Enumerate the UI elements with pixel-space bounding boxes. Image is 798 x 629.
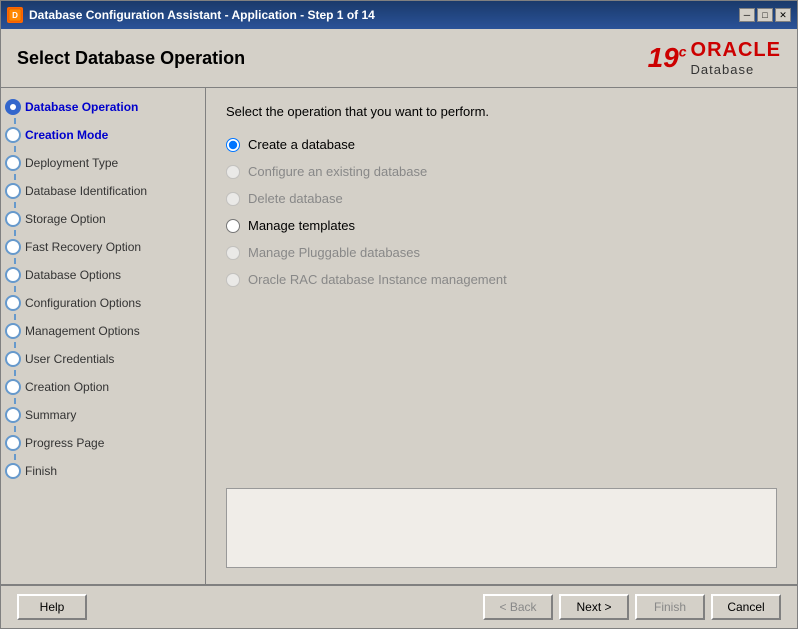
page-title: Select Database Operation bbox=[17, 48, 245, 69]
maximize-button[interactable]: □ bbox=[757, 8, 773, 22]
radio-oracle-rac-input bbox=[226, 273, 240, 287]
main-content: Database Operation Creation Mode Deploym… bbox=[1, 88, 797, 584]
next-button[interactable]: Next > bbox=[559, 594, 629, 620]
window-title: Database Configuration Assistant - Appli… bbox=[29, 8, 375, 22]
title-bar-left: D Database Configuration Assistant - App… bbox=[7, 7, 375, 23]
minimize-button[interactable]: ─ bbox=[739, 8, 755, 22]
step-indicator-database-identification bbox=[5, 183, 21, 199]
header-section: Select Database Operation 19c ORACLE Dat… bbox=[1, 29, 797, 88]
radio-delete-database-label: Delete database bbox=[248, 191, 343, 206]
sidebar-item-management-options[interactable]: Management Options bbox=[1, 320, 205, 342]
back-button[interactable]: < Back bbox=[483, 594, 553, 620]
oracle-text: ORACLE Database bbox=[691, 39, 781, 77]
sidebar-item-creation-option[interactable]: Creation Option bbox=[1, 376, 205, 398]
cancel-button[interactable]: Cancel bbox=[711, 594, 781, 620]
oracle-version: 19c bbox=[648, 42, 687, 74]
radio-manage-templates-label[interactable]: Manage templates bbox=[248, 218, 355, 233]
sidebar: Database Operation Creation Mode Deploym… bbox=[1, 88, 206, 584]
sidebar-item-database-operation[interactable]: Database Operation bbox=[1, 96, 205, 118]
footer-right: < Back Next > Finish Cancel bbox=[483, 594, 781, 620]
radio-delete-database: Delete database bbox=[226, 191, 777, 206]
sidebar-item-fast-recovery-option[interactable]: Fast Recovery Option bbox=[1, 236, 205, 258]
title-bar: D Database Configuration Assistant - App… bbox=[1, 1, 797, 29]
sidebar-label-management-options: Management Options bbox=[25, 324, 140, 338]
radio-create-database-input[interactable] bbox=[226, 138, 240, 152]
step-indicator-user-credentials bbox=[5, 351, 21, 367]
sidebar-label-configuration-options: Configuration Options bbox=[25, 296, 141, 310]
radio-group: Create a database Configure an existing … bbox=[226, 137, 777, 287]
step-indicator-fast-recovery-option bbox=[5, 239, 21, 255]
radio-create-database[interactable]: Create a database bbox=[226, 137, 777, 152]
radio-configure-existing-input bbox=[226, 165, 240, 179]
footer: Help < Back Next > Finish Cancel bbox=[1, 584, 797, 628]
main-window: D Database Configuration Assistant - App… bbox=[0, 0, 798, 629]
step-indicator-creation-option bbox=[5, 379, 21, 395]
sidebar-label-finish: Finish bbox=[25, 464, 57, 478]
step-indicator-database-options bbox=[5, 267, 21, 283]
step-indicator-finish bbox=[5, 463, 21, 479]
content-area: Select the operation that you want to pe… bbox=[206, 88, 797, 584]
finish-button[interactable]: Finish bbox=[635, 594, 705, 620]
oracle-logo: 19c ORACLE Database bbox=[648, 39, 781, 77]
radio-manage-templates[interactable]: Manage templates bbox=[226, 218, 777, 233]
radio-manage-pluggable-label: Manage Pluggable databases bbox=[248, 245, 420, 260]
sidebar-label-database-identification: Database Identification bbox=[25, 184, 147, 198]
sidebar-label-progress-page: Progress Page bbox=[25, 436, 104, 450]
sidebar-label-creation-option: Creation Option bbox=[25, 380, 109, 394]
sidebar-label-fast-recovery-option: Fast Recovery Option bbox=[25, 240, 141, 254]
sidebar-label-storage-option: Storage Option bbox=[25, 212, 106, 226]
step-indicator-management-options bbox=[5, 323, 21, 339]
oracle-sub: Database bbox=[691, 62, 755, 77]
radio-manage-pluggable: Manage Pluggable databases bbox=[226, 245, 777, 260]
sidebar-item-summary[interactable]: Summary bbox=[1, 404, 205, 426]
sidebar-item-database-options[interactable]: Database Options bbox=[1, 264, 205, 286]
step-indicator-configuration-options bbox=[5, 295, 21, 311]
step-indicator-summary bbox=[5, 407, 21, 423]
sidebar-item-storage-option[interactable]: Storage Option bbox=[1, 208, 205, 230]
svg-text:D: D bbox=[12, 11, 18, 20]
radio-configure-existing: Configure an existing database bbox=[226, 164, 777, 179]
step-indicator-creation-mode bbox=[5, 127, 21, 143]
sidebar-label-database-options: Database Options bbox=[25, 268, 121, 282]
sidebar-item-deployment-type[interactable]: Deployment Type bbox=[1, 152, 205, 174]
step-indicator-progress-page bbox=[5, 435, 21, 451]
sidebar-item-user-credentials[interactable]: User Credentials bbox=[1, 348, 205, 370]
sidebar-label-summary: Summary bbox=[25, 408, 76, 422]
radio-configure-existing-label: Configure an existing database bbox=[248, 164, 427, 179]
radio-create-database-label[interactable]: Create a database bbox=[248, 137, 355, 152]
info-box bbox=[226, 488, 777, 568]
radio-oracle-rac: Oracle RAC database Instance management bbox=[226, 272, 777, 287]
sidebar-label-user-credentials: User Credentials bbox=[25, 352, 114, 366]
radio-delete-database-input bbox=[226, 192, 240, 206]
title-bar-controls: ─ □ ✕ bbox=[739, 8, 791, 22]
sidebar-item-finish[interactable]: Finish bbox=[1, 460, 205, 482]
step-indicator-deployment-type bbox=[5, 155, 21, 171]
step-indicator-storage-option bbox=[5, 211, 21, 227]
sidebar-item-progress-page[interactable]: Progress Page bbox=[1, 432, 205, 454]
sidebar-label-deployment-type: Deployment Type bbox=[25, 156, 118, 170]
instruction-text: Select the operation that you want to pe… bbox=[226, 104, 777, 119]
sidebar-item-configuration-options[interactable]: Configuration Options bbox=[1, 292, 205, 314]
step-indicator-database-operation bbox=[5, 99, 21, 115]
sidebar-label-database-operation: Database Operation bbox=[25, 100, 138, 114]
radio-oracle-rac-label: Oracle RAC database Instance management bbox=[248, 272, 507, 287]
close-button[interactable]: ✕ bbox=[775, 8, 791, 22]
sidebar-item-database-identification[interactable]: Database Identification bbox=[1, 180, 205, 202]
help-button[interactable]: Help bbox=[17, 594, 87, 620]
sidebar-item-creation-mode[interactable]: Creation Mode bbox=[1, 124, 205, 146]
footer-left: Help bbox=[17, 594, 87, 620]
radio-manage-pluggable-input bbox=[226, 246, 240, 260]
app-icon: D bbox=[7, 7, 23, 23]
oracle-brand: ORACLE bbox=[691, 39, 781, 62]
sidebar-label-creation-mode: Creation Mode bbox=[25, 128, 108, 142]
radio-manage-templates-input[interactable] bbox=[226, 219, 240, 233]
